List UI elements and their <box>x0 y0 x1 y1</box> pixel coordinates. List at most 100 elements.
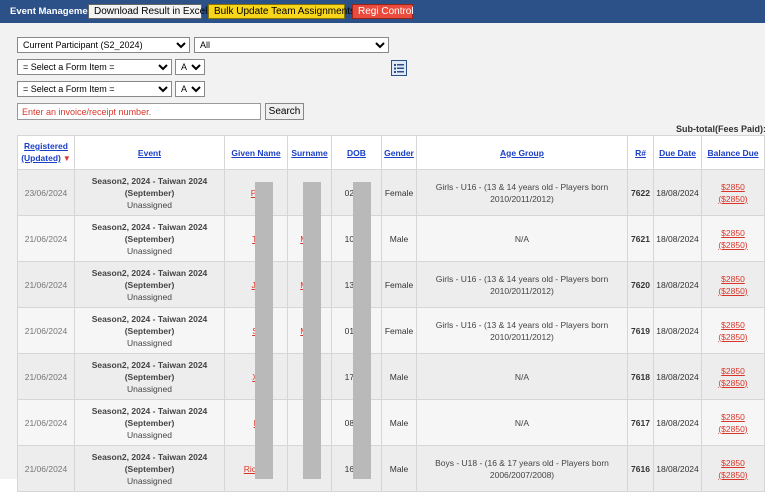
balance-owed-link[interactable]: ($2850) <box>718 332 747 342</box>
balance-owed-link[interactable]: ($2850) <box>718 470 747 480</box>
download-excel-button[interactable]: Download Result in Excel <box>88 4 207 19</box>
header-due-date[interactable]: Due Date <box>654 136 702 169</box>
due-date-cell: 18/08/2024 <box>654 262 702 307</box>
registered-date: 23/06/2024 <box>17 170 75 215</box>
reg-number-cell: 7619 <box>628 308 654 353</box>
page-title: Event Management <box>10 6 97 17</box>
header-balance-due[interactable]: Balance Due <box>702 136 765 169</box>
balance-due-cell[interactable]: $2850 ($2850) <box>702 446 765 491</box>
sort-reg-number-link[interactable]: R# <box>635 147 646 159</box>
scope-select[interactable]: All <box>194 37 389 53</box>
header-surname[interactable]: Surname <box>288 136 332 169</box>
balance-due-cell[interactable]: $2850 ($2850) <box>702 262 765 307</box>
reg-number-cell: 7618 <box>628 354 654 399</box>
due-date-cell: 18/08/2024 <box>654 354 702 399</box>
form-value-select-2[interactable]: All <box>175 81 205 97</box>
bulk-update-team-button[interactable]: Bulk Update Team Assignments <box>208 4 355 19</box>
form-value-select-1[interactable]: All <box>175 59 205 75</box>
balance-owed-link[interactable]: ($2850) <box>718 424 747 434</box>
registrations-table: Registered (Updated) ▼ Event Given Name Su… <box>17 135 765 492</box>
sort-desc-icon: ▼ <box>62 154 71 163</box>
table-row: 21/06/2024 Season2, 2024 - Taiwan 2024 (Se… <box>17 400 765 446</box>
balance-due-cell[interactable]: $2850 ($2850) <box>702 216 765 261</box>
sort-balance-due-link[interactable]: Balance Due <box>707 147 758 159</box>
balance-owed-link[interactable]: ($2850) <box>718 194 747 204</box>
search-button[interactable]: Search <box>265 103 304 120</box>
balance-link[interactable]: $2850 <box>721 366 745 376</box>
table-row: 21/06/2024 Season2, 2024 - Taiwan 2024 (Se… <box>17 354 765 400</box>
balance-owed-link[interactable]: ($2850) <box>718 240 747 250</box>
balance-due-cell[interactable]: $2850 ($2850) <box>702 308 765 353</box>
table-row: 21/06/2024 Season2, 2024 - Taiwan 2024 (Se… <box>17 262 765 308</box>
gender-cell: Female <box>382 262 417 307</box>
subtotal-fees: Sub-total(Fees Paid): $0 <box>676 124 765 134</box>
balance-link[interactable]: $2850 <box>721 458 745 468</box>
header-dob[interactable]: DOB <box>332 136 382 169</box>
sort-given-name-link[interactable]: Given Name <box>231 147 280 159</box>
form-item-select-2[interactable]: = Select a Form Item = <box>17 81 172 97</box>
sort-dob-link[interactable]: DOB <box>347 147 366 159</box>
balance-link[interactable]: $2850 <box>721 412 745 422</box>
header-age-group[interactable]: Age Group <box>417 136 628 169</box>
gender-cell: Male <box>382 446 417 491</box>
reg-number-cell: 7622 <box>628 170 654 215</box>
redaction-bar <box>255 182 273 479</box>
event-cell: Season2, 2024 - Taiwan 2024 (September) Un… <box>75 354 225 399</box>
event-cell: Season2, 2024 - Taiwan 2024 (September) Un… <box>75 170 225 215</box>
header-event[interactable]: Event <box>75 136 225 169</box>
event-cell: Season2, 2024 - Taiwan 2024 (September) Un… <box>75 446 225 491</box>
age-group-cell: Girls - U16 - (13 & 14 years old - Playe… <box>417 308 628 353</box>
registered-date: 21/06/2024 <box>17 262 75 307</box>
table-row: 21/06/2024 Season2, 2024 - Taiwan 2024 (Se… <box>17 308 765 354</box>
participant-select[interactable]: Current Participant (S2_2024) <box>17 37 190 53</box>
balance-due-cell[interactable]: $2850 ($2850) <box>702 400 765 445</box>
age-group-cell: N/A <box>417 400 628 445</box>
header-reg-number[interactable]: R# <box>628 136 654 169</box>
regi-control-button[interactable]: Regi Control <box>352 4 414 19</box>
age-group-cell: N/A <box>417 216 628 261</box>
balance-link[interactable]: $2850 <box>721 228 745 238</box>
header-registered[interactable]: Registered (Updated) ▼ <box>17 136 75 169</box>
age-group-cell: Boys - U18 - (16 & 17 years old - Player… <box>417 446 628 491</box>
sort-due-date-link[interactable]: Due Date <box>659 147 696 159</box>
age-group-cell: Girls - U16 - (13 & 14 years old - Playe… <box>417 170 628 215</box>
reg-number-cell: 7620 <box>628 262 654 307</box>
balance-link[interactable]: $2850 <box>721 274 745 284</box>
sort-event-link[interactable]: Event <box>138 147 161 159</box>
balance-link[interactable]: $2850 <box>721 182 745 192</box>
header-gender[interactable]: Gender <box>382 136 417 169</box>
form-item-select-1[interactable]: = Select a Form Item = <box>17 59 172 75</box>
sort-gender-link[interactable]: Gender <box>384 147 414 159</box>
due-date-cell: 18/08/2024 <box>654 308 702 353</box>
top-toolbar: Event Management Download Result in Exce… <box>0 0 765 23</box>
balance-owed-link[interactable]: ($2850) <box>718 286 747 296</box>
due-date-cell: 18/08/2024 <box>654 446 702 491</box>
due-date-cell: 18/08/2024 <box>654 170 702 215</box>
registered-date: 21/06/2024 <box>17 446 75 491</box>
registered-date: 21/06/2024 <box>17 308 75 353</box>
redaction-bar <box>353 182 371 479</box>
table-body: 23/06/2024 Season2, 2024 - Taiwan 2024 (Se… <box>17 170 765 492</box>
sort-registered-link[interactable]: Registered (Updated) <box>21 141 68 163</box>
sort-age-group-link[interactable]: Age Group <box>500 147 544 159</box>
reg-number-cell: 7617 <box>628 400 654 445</box>
gender-cell: Male <box>382 216 417 261</box>
table-row: 23/06/2024 Season2, 2024 - Taiwan 2024 (Se… <box>17 170 765 216</box>
reg-number-cell: 7616 <box>628 446 654 491</box>
gender-cell: Male <box>382 400 417 445</box>
balance-link[interactable]: $2850 <box>721 320 745 330</box>
balance-due-cell[interactable]: $2850 ($2850) <box>702 354 765 399</box>
balance-due-cell[interactable]: $2850 ($2850) <box>702 170 765 215</box>
list-filter-icon[interactable] <box>391 60 407 76</box>
registered-date: 21/06/2024 <box>17 354 75 399</box>
header-given-name[interactable]: Given Name <box>225 136 288 169</box>
registered-date: 21/06/2024 <box>17 400 75 445</box>
event-cell: Season2, 2024 - Taiwan 2024 (September) Un… <box>75 308 225 353</box>
due-date-cell: 18/08/2024 <box>654 400 702 445</box>
table-header: Registered (Updated) ▼ Event Given Name Su… <box>17 135 765 170</box>
invoice-search-input[interactable] <box>17 103 261 120</box>
sort-surname-link[interactable]: Surname <box>291 147 327 159</box>
balance-owed-link[interactable]: ($2850) <box>718 378 747 388</box>
event-cell: Season2, 2024 - Taiwan 2024 (September) Un… <box>75 400 225 445</box>
age-group-cell: Girls - U16 - (13 & 14 years old - Playe… <box>417 262 628 307</box>
